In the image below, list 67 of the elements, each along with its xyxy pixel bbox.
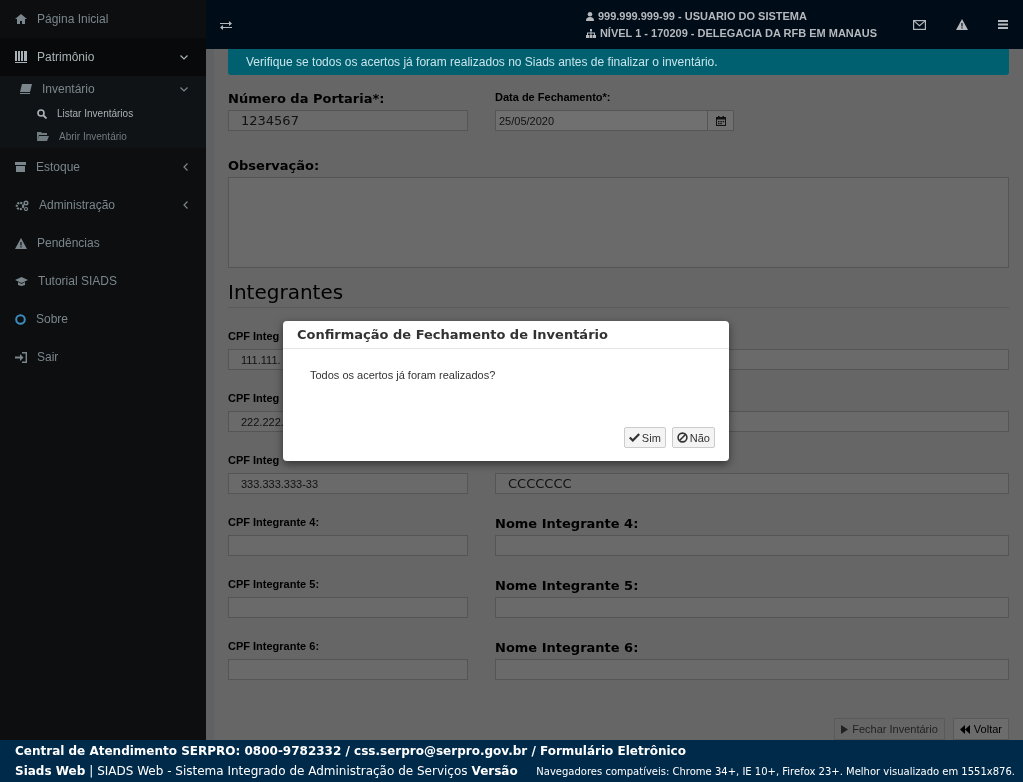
system-name: | SIADS Web - Sistema Integrado de Administração de Serviços — [89, 764, 468, 778]
search-icon — [37, 108, 47, 119]
calendar-button[interactable] — [708, 110, 734, 131]
date-field[interactable]: 25/05/2020 — [495, 110, 708, 131]
contact-info: Central de Atendimento SERPRO: 0800-9782332 / css.serpro@serpro.gov.br / Formulário Eletrônico — [15, 744, 687, 760]
field-label: CPF Integ — [228, 392, 280, 406]
sidebar-item[interactable]: Sobre — [0, 300, 206, 338]
envelope-icon[interactable] — [913, 19, 926, 30]
action-button[interactable]: Voltar — [952, 718, 1009, 740]
user-icon — [585, 11, 594, 21]
check-icon — [628, 433, 640, 442]
sidebar-item[interactable]: Pendências — [0, 224, 206, 262]
brand-name: Siads Web — [15, 764, 86, 778]
chevron-down-icon — [180, 54, 188, 60]
sidebar-item[interactable]: Patrimônio — [0, 38, 206, 76]
ban-icon — [676, 432, 688, 443]
menu-icon[interactable] — [998, 20, 1008, 29]
sitemap-icon — [585, 28, 596, 38]
sidebar-item[interactable]: Sair — [0, 338, 206, 376]
folder-icon — [37, 132, 49, 141]
field-label: CPF Integ — [228, 454, 280, 468]
field-label: CPF Integrante 5: — [228, 578, 320, 592]
field-label: Número da Portaria*: — [228, 91, 385, 106]
field-label: Nome Integrante 5: — [495, 578, 639, 593]
archive-icon — [15, 162, 26, 172]
user-name: 999.999.999-99 - USUARIO DO SISTEMA — [597, 10, 807, 22]
sign-in-icon — [15, 351, 27, 363]
calendar-icon — [715, 115, 726, 126]
play-icon — [841, 724, 849, 734]
chevron-left-icon — [183, 201, 188, 209]
field-label: Nome Integrante 4: — [495, 516, 639, 531]
book-icon — [20, 84, 32, 94]
dialog-message: Todos os acertos já foram realizados? — [309, 368, 497, 383]
sidebar-item[interactable]: Página Inicial — [0, 0, 206, 38]
graduation-cap-icon — [15, 276, 28, 286]
chevron-left-icon — [183, 163, 188, 171]
chevron-down-icon — [180, 86, 188, 92]
field-label: Nome Integrante 6: — [495, 640, 639, 655]
dialog-title: Confirmação de Fechamento de Inventário — [283, 321, 729, 349]
sidebar-item[interactable]: Inventário — [0, 76, 206, 102]
info-alert: Verifique se todos os acertos já foram realizados no Siads antes de finalizar o inventário. — [228, 49, 1009, 75]
field-label: Data de Fechamento*: — [495, 91, 611, 105]
input-field[interactable]: CCCCCCC — [495, 473, 1009, 494]
input-field[interactable]: 333.333.333-33 — [228, 473, 468, 494]
user-unit: NÍVEL 1 - 170209 - DELEGACIA DA RFB EM MANAUS — [599, 27, 877, 39]
dialog-button[interactable]: Não — [671, 427, 715, 448]
section-title: Integrantes — [228, 280, 1009, 308]
dialog-button[interactable]: Sim — [623, 427, 666, 448]
sidebar-item[interactable]: Listar Inventários — [0, 102, 206, 125]
input-field[interactable]: 1234567 — [228, 110, 468, 131]
field-label: CPF Integrante 6: — [228, 640, 320, 654]
sidebar-item[interactable]: Administração — [0, 186, 206, 224]
home-icon — [15, 14, 27, 24]
version-label: Versão — [471, 764, 518, 778]
circle-icon — [15, 313, 26, 325]
warning-icon — [15, 237, 27, 249]
browser-note: Navegadores compatíveis: Chrome 34+, IE 10+, Firefox 23+. Melhor visualizado em 1551x876. — [536, 766, 1015, 777]
field-label: Observação: — [228, 158, 320, 173]
rewind-icon — [959, 724, 970, 734]
sidebar-item[interactable]: Estoque — [0, 148, 206, 186]
warning-icon[interactable] — [956, 19, 968, 30]
sidebar-item[interactable]: Tutorial SIADS — [0, 262, 206, 300]
sidebar-item[interactable]: Abrir Inventário — [0, 125, 206, 148]
swap-icon[interactable] — [220, 19, 232, 30]
field-label: CPF Integrante 4: — [228, 516, 320, 530]
columns-icon — [15, 51, 27, 63]
field-label: CPF Integ — [228, 330, 280, 344]
